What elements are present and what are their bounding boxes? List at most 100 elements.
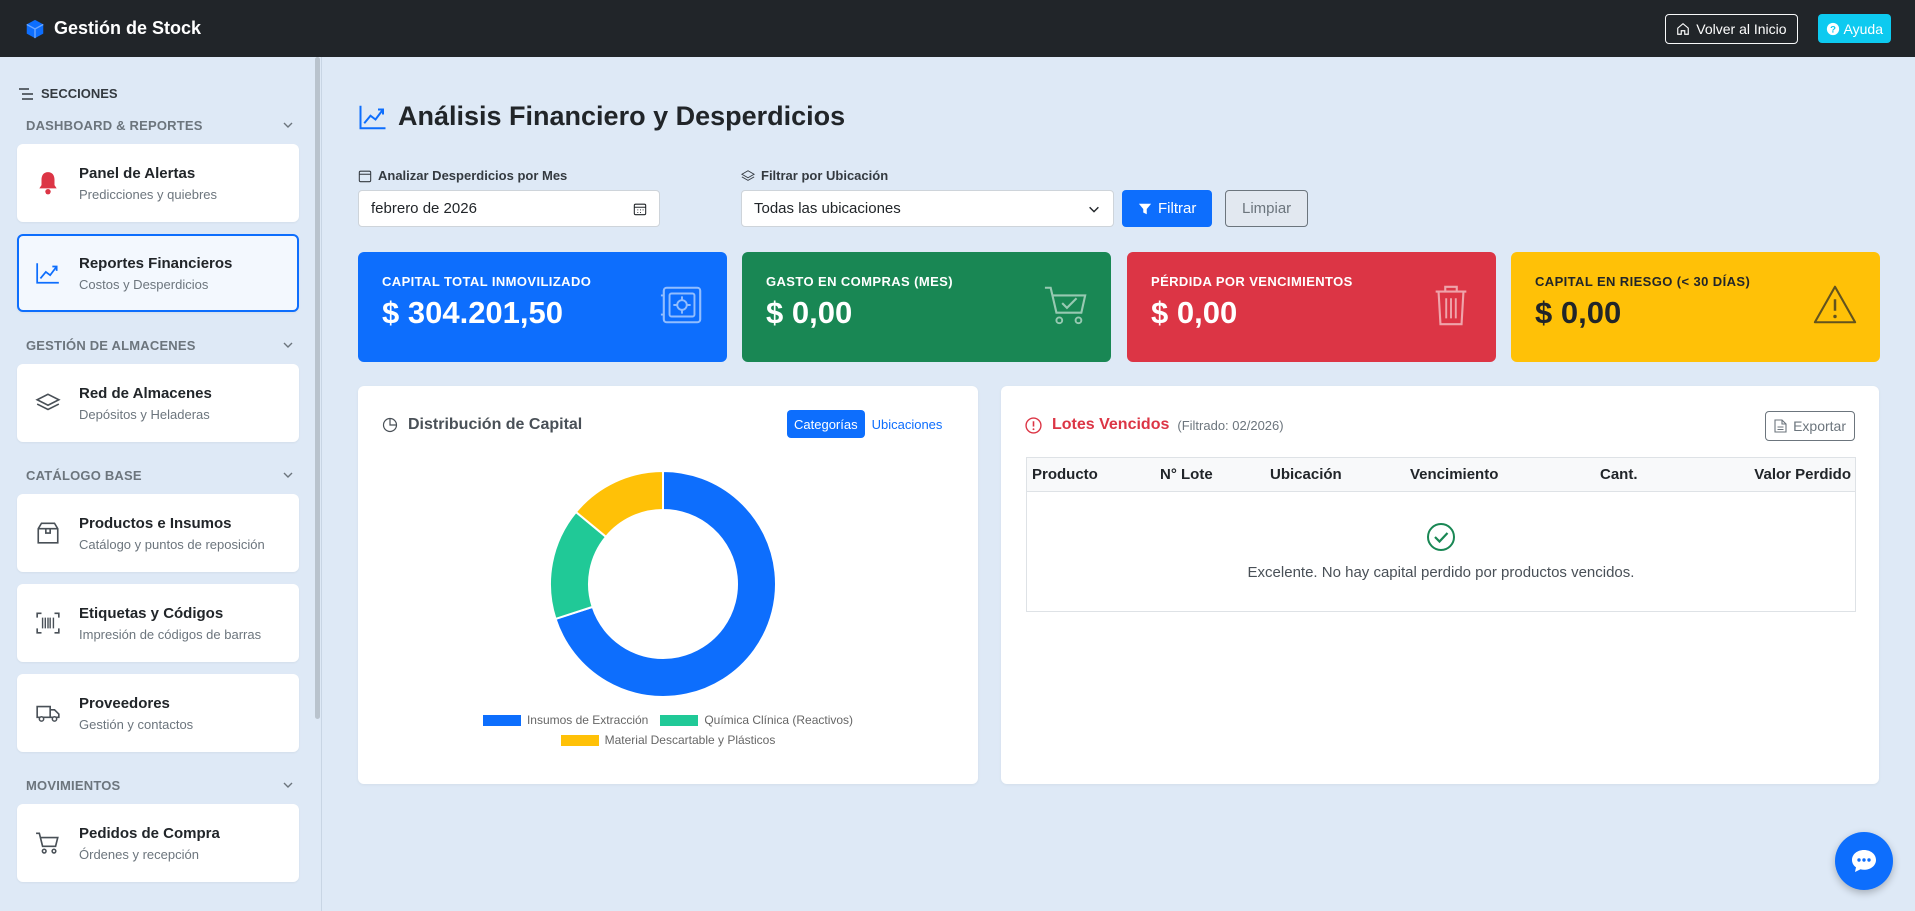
kpi-label: CAPITAL EN RIESGO (< 30 DÍAS) (1535, 274, 1751, 289)
kpi-value: $ 304.201,50 (382, 295, 564, 330)
chevron-down-icon (283, 122, 293, 128)
sidebar-scrollbar[interactable] (315, 57, 320, 719)
funnel-icon (1138, 203, 1152, 214)
sidebar-item-etiquetas[interactable]: Etiquetas y Códigos Impresión de códigos … (17, 584, 299, 662)
sidebar-item-almacenes[interactable]: Red de Almacenes Depósitos y Heladeras (17, 364, 299, 442)
legend-item[interactable]: Material Descartable y Plásticos (560, 733, 776, 747)
capital-distribution-panel: Distribución de Capital Categorías Ubica… (358, 386, 978, 784)
calendar-icon[interactable] (633, 202, 647, 216)
file-icon (1774, 419, 1787, 433)
cart-icon (36, 832, 59, 854)
column-header[interactable]: N° Lote (1160, 466, 1270, 483)
box-icon (26, 19, 44, 38)
group-dashboard[interactable]: DASHBOARD & REPORTES (0, 114, 321, 136)
sidebar-item-title: Red de Almacenes (79, 384, 212, 402)
home-button-label: Volver al Inicio (1696, 20, 1787, 37)
sidebar-item-subtitle: Órdenes y recepción (79, 846, 199, 862)
column-header[interactable]: Ubicación (1270, 466, 1410, 483)
bell-icon (39, 172, 57, 195)
calendar-icon (358, 170, 372, 182)
safe-icon (660, 286, 702, 324)
chart-line-icon (36, 263, 59, 284)
sidebar-item-productos[interactable]: Productos e Insumos Catálogo y puntos de … (17, 494, 299, 572)
month-filter-label-text: Analizar Desperdicios por Mes (378, 168, 568, 183)
kpi-label: PÉRDIDA POR VENCIMIENTOS (1151, 274, 1353, 289)
month-input[interactable]: febrero de 2026 (358, 190, 660, 227)
sidebar-item-title: Productos e Insumos (79, 514, 232, 532)
help-button-label: Ayuda (1843, 20, 1883, 37)
legend-item[interactable]: Química Clínica (Reactivos) (660, 713, 853, 727)
column-header[interactable]: Producto (1027, 466, 1160, 483)
expired-title-text: Lotes Vencidos (1052, 416, 1170, 433)
legend-item[interactable]: Insumos de Extracción (482, 713, 649, 727)
sidebar-item-reportes[interactable]: Reportes Financieros Costos y Desperdicio… (17, 234, 299, 312)
chevron-down-icon (283, 782, 293, 788)
home-button[interactable]: Volver al Inicio (1665, 13, 1798, 44)
tab-ubicaciones[interactable]: Ubicaciones (865, 410, 950, 438)
page-title-text: Análisis Financiero y Desperdicios (398, 101, 846, 131)
sidebar-item-title: Reportes Financieros (79, 254, 233, 272)
sidebar-item-pedidos[interactable]: Pedidos de Compra Órdenes y recepción (17, 804, 299, 882)
sidebar-item-title: Panel de Alertas (79, 164, 196, 182)
question-circle-icon: ? (1826, 22, 1839, 35)
expired-lots-panel: Lotes Vencidos (Filtrado: 02/2026) Expor… (1001, 386, 1879, 784)
sidebar-header-label: SECCIONES (41, 86, 118, 101)
chevron-down-icon (283, 472, 293, 478)
group-title: GESTIÓN DE ALMACENES (26, 337, 196, 353)
export-button[interactable]: Exportar (1765, 411, 1855, 441)
chevron-down-icon (1089, 206, 1099, 213)
sidebar: SECCIONES DASHBOARD & REPORTES Panel de … (0, 57, 322, 911)
kpi-capital-total: CAPITAL TOTAL INMOVILIZADO $ 304.201,50 (358, 252, 727, 362)
kpi-value: $ 0,00 (1151, 295, 1238, 330)
kpi-perdida-vencimientos: PÉRDIDA POR VENCIMIENTOS $ 0,00 (1127, 252, 1496, 362)
chat-button[interactable] (1835, 832, 1893, 890)
brand[interactable]: Gestión de Stock (24, 18, 201, 40)
kpi-value: $ 0,00 (766, 295, 853, 330)
check-circle-icon (1427, 523, 1455, 551)
chat-dots-icon (1852, 850, 1876, 872)
capital-donut-chart (549, 469, 777, 698)
sidebar-item-subtitle: Costos y Desperdicios (79, 276, 209, 292)
legend-label: Insumos de Extracción (526, 713, 649, 727)
column-header[interactable]: Vencimiento (1410, 466, 1600, 483)
location-select-value: Todas las ubicaciones (754, 200, 901, 217)
svg-text:?: ? (1830, 24, 1836, 35)
column-header[interactable]: Cant. (1600, 466, 1710, 483)
help-button[interactable]: ? Ayuda (1817, 14, 1891, 43)
legend-label: Material Descartable y Plásticos (604, 733, 776, 747)
truck-icon (36, 705, 60, 722)
barcode-icon (36, 612, 60, 634)
legend-label: Química Clínica (Reactivos) (704, 713, 854, 727)
distribution-title-text: Distribución de Capital (408, 416, 583, 433)
filter-button-label: Filtrar (1158, 200, 1197, 217)
sidebar-header: SECCIONES (0, 57, 321, 102)
group-catalogo[interactable]: CATÁLOGO BASE (0, 464, 321, 486)
filter-button[interactable]: Filtrar (1122, 190, 1213, 227)
location-select[interactable]: Todas las ubicaciones (741, 190, 1114, 227)
sidebar-item-proveedores[interactable]: Proveedores Gestión y contactos (17, 674, 299, 752)
month-filter-label: Analizar Desperdicios por Mes (358, 168, 567, 183)
chevron-down-icon (283, 342, 293, 348)
sidebar-item-subtitle: Depósitos y Heladeras (79, 406, 210, 422)
group-almacenes[interactable]: GESTIÓN DE ALMACENES (0, 334, 321, 356)
list-icon (19, 87, 33, 100)
sidebar-item-subtitle: Catálogo y puntos de reposición (79, 536, 265, 552)
sidebar-item-alertas[interactable]: Panel de Alertas Predicciones y quiebres (17, 144, 299, 222)
clear-button[interactable]: Limpiar (1225, 190, 1309, 227)
kpi-gasto-compras: GASTO EN COMPRAS (MES) $ 0,00 (742, 252, 1111, 362)
column-header[interactable]: Valor Perdido (1710, 466, 1855, 483)
location-filter-label-text: Filtrar por Ubicación (761, 168, 889, 183)
exclamation-circle-icon (1025, 416, 1042, 434)
empty-state: Excelente. No hay capital perdido por pr… (1027, 492, 1855, 581)
kpi-value: $ 0,00 (1535, 295, 1622, 330)
group-movimientos[interactable]: MOVIMIENTOS (0, 774, 321, 796)
distribution-tabs: Categorías Ubicaciones (787, 410, 949, 438)
tab-categorias[interactable]: Categorías (787, 410, 865, 438)
box-icon (37, 522, 59, 544)
app-title: Gestión de Stock (54, 18, 202, 38)
chart-line-icon (359, 105, 386, 129)
sidebar-item-title: Proveedores (79, 694, 170, 712)
sidebar-item-title: Etiquetas y Códigos (79, 604, 224, 622)
kpi-capital-riesgo: CAPITAL EN RIESGO (< 30 DÍAS) $ 0,00 (1511, 252, 1880, 362)
layers-icon (35, 393, 61, 411)
